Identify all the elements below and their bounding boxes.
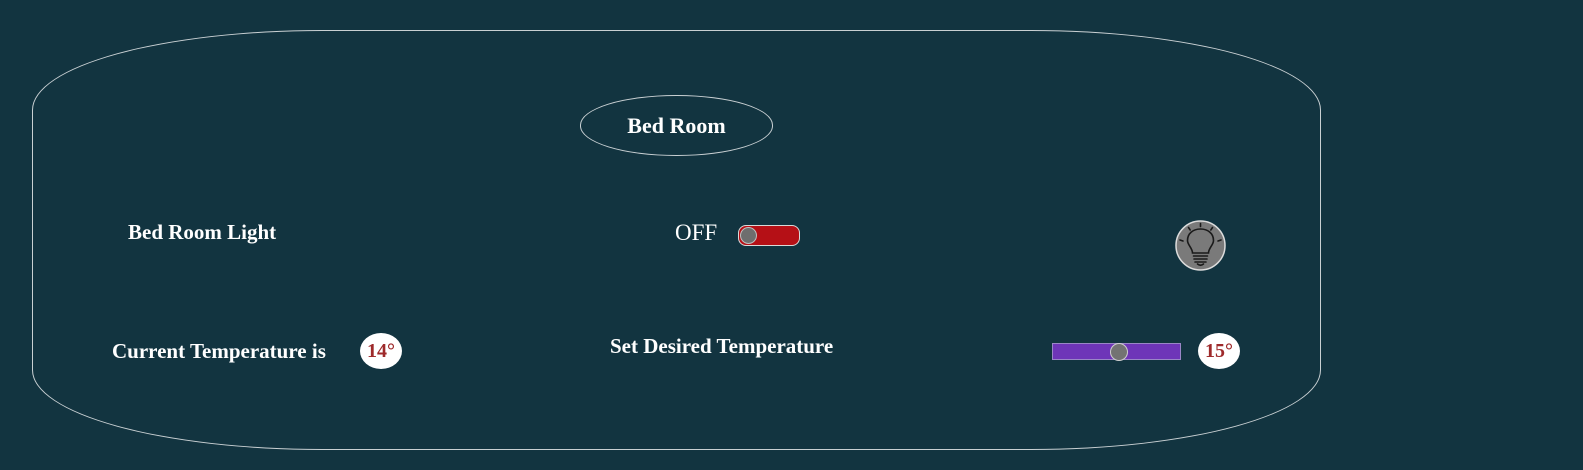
- light-toggle[interactable]: [738, 225, 800, 246]
- light-label: Bed Room Light: [128, 220, 277, 244]
- lightbulb-icon[interactable]: [1175, 220, 1226, 271]
- room-title-text: Bed Room: [627, 112, 726, 138]
- desired-temperature-badge: 15°: [1198, 333, 1240, 369]
- desired-temperature-value: 15°: [1205, 339, 1233, 362]
- current-temperature-badge: 14°: [360, 333, 402, 369]
- slider-thumb[interactable]: [1110, 343, 1129, 361]
- light-state-text: OFF: [675, 220, 718, 245]
- current-temperature-label: Current Temperature is: [112, 339, 326, 363]
- toggle-knob[interactable]: [740, 227, 757, 244]
- current-temperature-value: 14°: [367, 339, 395, 362]
- room-title: Bed Room: [580, 95, 773, 156]
- desired-temperature-slider[interactable]: [1052, 343, 1181, 361]
- desired-temperature-label: Set Desired Temperature: [610, 334, 834, 358]
